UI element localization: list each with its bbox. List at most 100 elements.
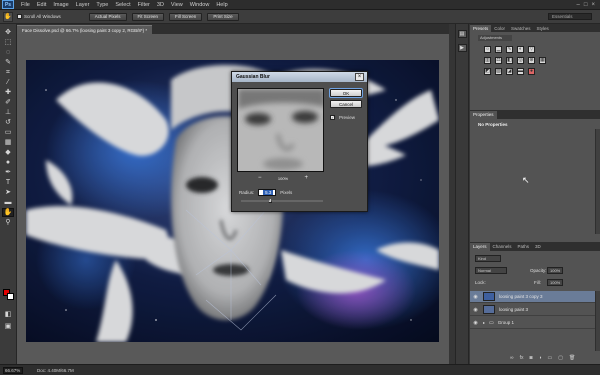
eraser-tool-icon[interactable]: ▭ bbox=[2, 128, 14, 137]
new-group-icon[interactable]: ▭ bbox=[548, 355, 553, 361]
menu-edit[interactable]: Edit bbox=[37, 2, 46, 8]
radius-slider-thumb[interactable] bbox=[268, 198, 273, 203]
cancel-button[interactable]: Cancel bbox=[330, 100, 362, 108]
link-layers-icon[interactable]: ∞ bbox=[510, 355, 514, 361]
menu-select[interactable]: Select bbox=[115, 2, 130, 8]
exposure-icon[interactable]: ◐ bbox=[517, 46, 524, 53]
crop-tool-icon[interactable]: ⌗ bbox=[2, 68, 14, 77]
opacity-input[interactable]: 100% bbox=[547, 267, 563, 274]
layer-style-icon[interactable]: fx bbox=[520, 355, 524, 361]
layer-row[interactable]: ◉ loosing paint 3 bbox=[470, 304, 600, 316]
dodge-tool-icon[interactable]: ● bbox=[2, 158, 14, 167]
visibility-eye-icon[interactable]: ◉ bbox=[472, 306, 479, 314]
photo-filter-icon[interactable]: ◎ bbox=[517, 57, 524, 64]
hand-tool-icon[interactable]: ✋ bbox=[2, 208, 14, 217]
add-mask-icon[interactable]: ◙ bbox=[529, 355, 532, 361]
eyedropper-tool-icon[interactable]: ⁄ bbox=[2, 78, 14, 87]
menu-layer[interactable]: Layer bbox=[76, 2, 90, 8]
black-white-icon[interactable]: ◧ bbox=[506, 57, 513, 64]
healing-brush-tool-icon[interactable]: ✚ bbox=[2, 88, 14, 97]
document-tab[interactable]: Face Dissolve.psd @ 66.7% (loosing paint… bbox=[17, 25, 153, 34]
channel-mixer-icon[interactable]: ⊕ bbox=[528, 57, 535, 64]
gradient-map-icon[interactable]: ▬ bbox=[517, 68, 524, 75]
threshold-icon[interactable]: ◪ bbox=[506, 68, 513, 75]
color-lookup-icon[interactable]: ▦ bbox=[539, 57, 546, 64]
layer-name[interactable]: loosing paint 3 copy 3 bbox=[499, 294, 543, 299]
background-color-swatch[interactable] bbox=[7, 293, 14, 300]
levels-icon[interactable]: ▁ bbox=[495, 46, 502, 53]
path-selection-tool-icon[interactable]: ➤ bbox=[2, 188, 14, 197]
preview-checkbox-row[interactable]: ✓ Preview bbox=[330, 115, 355, 120]
hue-saturation-icon[interactable]: ▥ bbox=[484, 57, 491, 64]
maximize-icon[interactable]: □ bbox=[584, 2, 588, 8]
pen-tool-icon[interactable]: ✒ bbox=[2, 168, 14, 177]
menu-image[interactable]: Image bbox=[53, 2, 68, 8]
quick-select-tool-icon[interactable]: ✎ bbox=[2, 58, 14, 67]
blend-mode-select[interactable]: Normal bbox=[475, 267, 507, 274]
layers-scrollbar[interactable] bbox=[595, 291, 600, 351]
fill-input[interactable]: 100% bbox=[547, 279, 563, 286]
fit-screen-button[interactable]: Fit Screen bbox=[131, 12, 165, 21]
layer-name[interactable]: Group 1 bbox=[498, 320, 514, 325]
marquee-tool-icon[interactable]: ⬚ bbox=[2, 38, 14, 47]
document-size[interactable]: Doc: 4.40M/66.7M bbox=[37, 368, 74, 373]
print-size-button[interactable]: Print Size bbox=[207, 12, 239, 21]
zoom-out-icon[interactable]: − bbox=[258, 175, 262, 181]
fill-screen-button[interactable]: Fill Screen bbox=[169, 12, 203, 21]
zoom-in-icon[interactable]: + bbox=[304, 175, 308, 181]
menu-filter[interactable]: Filter bbox=[138, 2, 150, 8]
menu-3d[interactable]: 3D bbox=[157, 2, 164, 8]
menu-view[interactable]: View bbox=[171, 2, 183, 8]
radius-input[interactable]: 5.3 bbox=[258, 189, 277, 196]
blur-tool-icon[interactable]: ◆ bbox=[2, 148, 14, 157]
radius-slider[interactable] bbox=[241, 198, 323, 203]
delete-layer-icon[interactable]: 🗑 bbox=[569, 355, 575, 361]
new-layer-icon[interactable]: ▢ bbox=[558, 355, 563, 361]
menu-file[interactable]: File bbox=[21, 2, 30, 8]
brightness-contrast-icon[interactable]: ☼ bbox=[484, 46, 491, 53]
tab-properties[interactable]: Properties bbox=[470, 111, 497, 119]
layer-row[interactable]: ◉ ▸ ▭ Group 1 bbox=[470, 317, 600, 329]
layer-kind-filter[interactable]: Kind bbox=[475, 255, 501, 262]
hand-tool-preset-icon[interactable]: ✋ bbox=[3, 11, 13, 22]
vibrance-icon[interactable]: ▽ bbox=[528, 46, 535, 53]
tab-channels[interactable]: Channels bbox=[490, 243, 515, 251]
posterize-icon[interactable]: ▨ bbox=[495, 68, 502, 75]
tab-layers[interactable]: Layers bbox=[470, 243, 490, 251]
quick-mask-icon[interactable]: ◧ bbox=[2, 310, 14, 319]
selective-color-icon[interactable]: ● bbox=[528, 68, 535, 75]
dialog-close-icon[interactable]: × bbox=[355, 73, 364, 81]
type-tool-icon[interactable]: T bbox=[2, 178, 14, 187]
dialog-title[interactable]: Gaussian Blur bbox=[232, 72, 367, 82]
visibility-eye-icon[interactable]: ◉ bbox=[472, 319, 479, 327]
visibility-eye-icon[interactable]: ◉ bbox=[472, 293, 479, 301]
tab-paths[interactable]: Paths bbox=[515, 243, 533, 251]
menu-help[interactable]: Help bbox=[216, 2, 227, 8]
expand-arrow-icon[interactable]: ▸ bbox=[483, 320, 485, 325]
screen-mode-icon[interactable]: ▣ bbox=[2, 322, 14, 331]
zoom-level-field[interactable]: 66.67% bbox=[3, 366, 23, 374]
workspace-select[interactable]: Essentials bbox=[548, 13, 592, 20]
shape-tool-icon[interactable]: ▬ bbox=[2, 198, 14, 207]
history-panel-icon[interactable]: ▤ bbox=[457, 30, 467, 38]
invert-icon[interactable]: ◩ bbox=[484, 68, 491, 75]
ok-button[interactable]: OK bbox=[329, 88, 363, 98]
new-adjustment-icon[interactable]: ◑ bbox=[539, 355, 542, 361]
properties-scrollbar[interactable] bbox=[595, 129, 600, 234]
curves-icon[interactable]: ∿ bbox=[506, 46, 513, 53]
minimize-icon[interactable]: – bbox=[577, 2, 580, 8]
scroll-all-windows-checkbox[interactable] bbox=[17, 14, 22, 19]
history-brush-tool-icon[interactable]: ↺ bbox=[2, 118, 14, 127]
gradient-tool-icon[interactable]: ▦ bbox=[2, 138, 14, 147]
move-tool-icon[interactable]: ✥ bbox=[2, 28, 14, 37]
layer-row[interactable]: ◉ loosing paint 3 copy 3 bbox=[470, 291, 600, 303]
blur-preview[interactable] bbox=[237, 88, 324, 172]
menu-type[interactable]: Type bbox=[96, 2, 108, 8]
color-balance-icon[interactable]: ⚖ bbox=[495, 57, 502, 64]
actual-pixels-button[interactable]: Actual Pixels bbox=[88, 12, 127, 21]
preview-checkbox[interactable]: ✓ bbox=[330, 115, 335, 120]
actions-panel-icon[interactable]: ▶ bbox=[457, 44, 467, 52]
menu-window[interactable]: Window bbox=[190, 2, 210, 8]
tab-3d[interactable]: 3D bbox=[532, 243, 544, 251]
close-icon[interactable]: × bbox=[591, 2, 595, 8]
